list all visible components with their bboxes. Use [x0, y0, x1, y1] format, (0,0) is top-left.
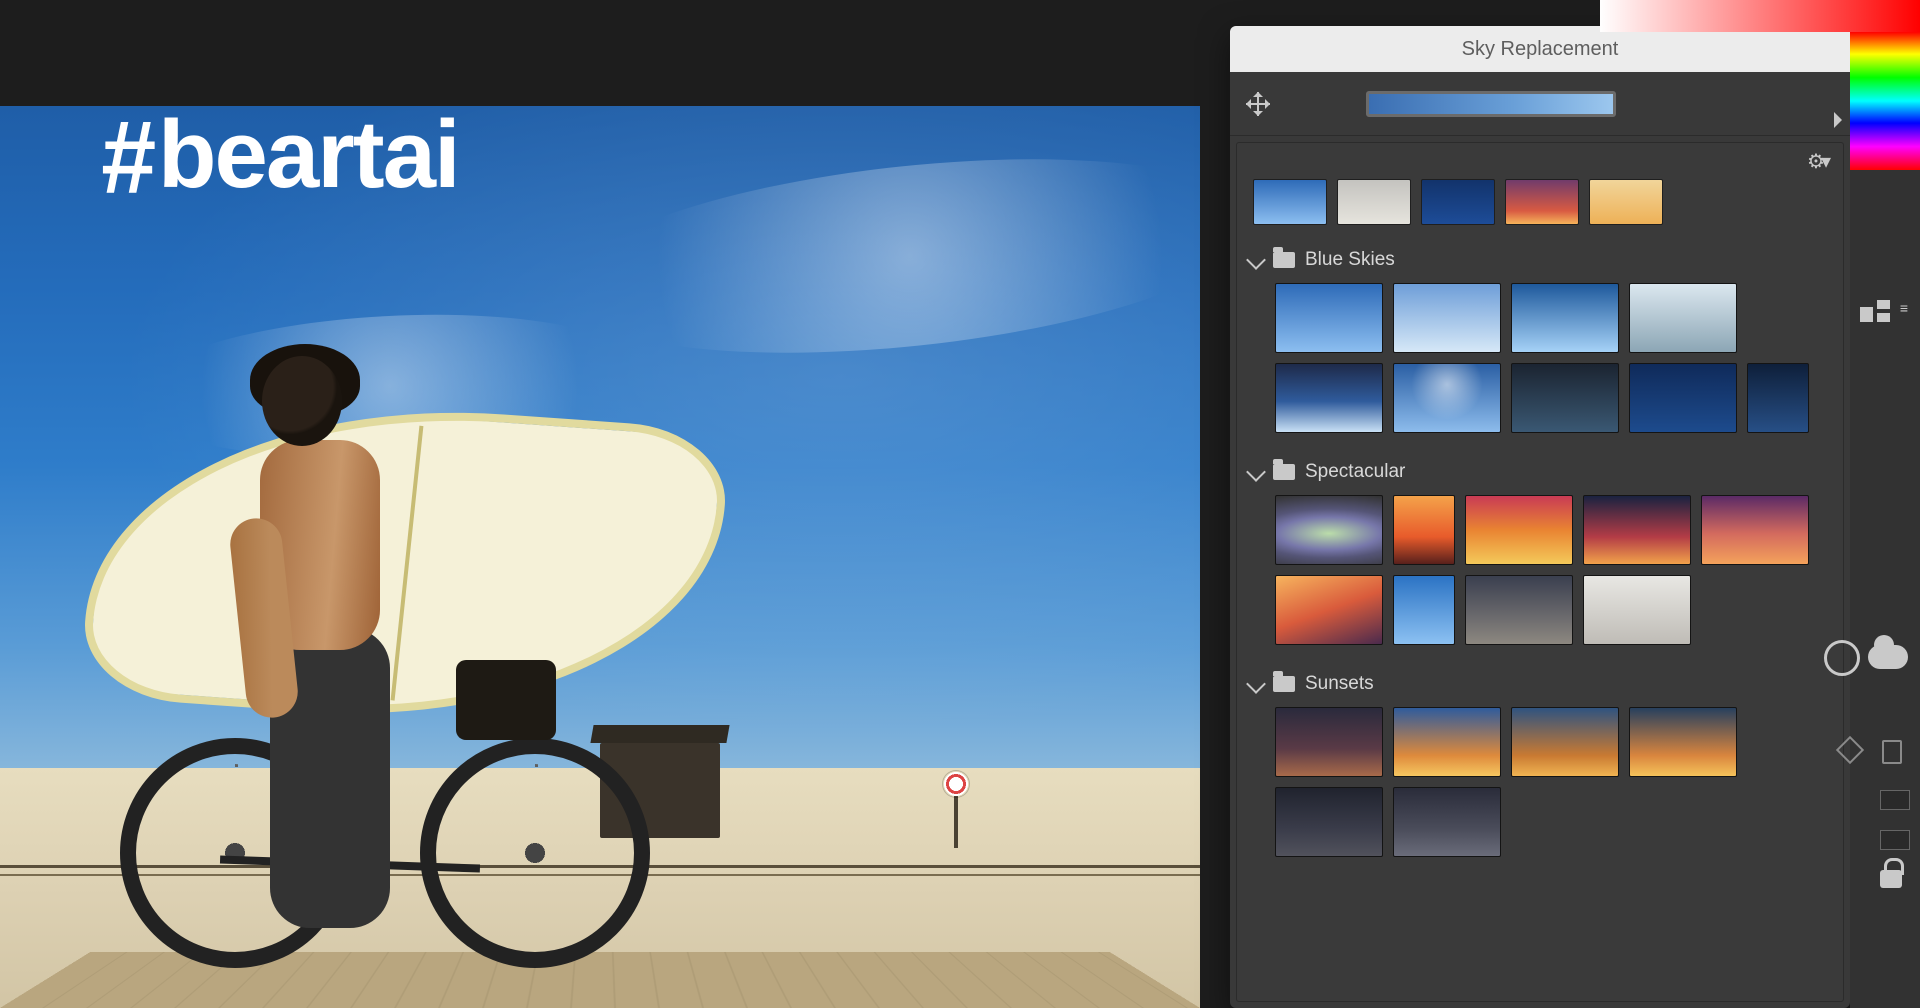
- chevron-down-icon: [1246, 462, 1266, 482]
- sky-preset-thumb[interactable]: [1393, 707, 1501, 777]
- sky-preset-thumb[interactable]: [1275, 787, 1383, 857]
- recent-sky-thumb[interactable]: [1421, 179, 1495, 225]
- sky-preset-thumb[interactable]: [1511, 707, 1619, 777]
- recent-sky-thumb[interactable]: [1589, 179, 1663, 225]
- sky-preset-thumb[interactable]: [1275, 283, 1383, 353]
- hue-ramp[interactable]: [1850, 32, 1920, 170]
- sky-preset-browser: ⚙︎▾ Blue Skies Spectacular Sunsets: [1236, 142, 1844, 1002]
- preset-folder: Blue Skies: [1237, 237, 1843, 449]
- thumbnail-grid-icon[interactable]: [1860, 300, 1890, 322]
- hue-indicator-icon: [1834, 112, 1850, 128]
- panel-row-icons: [1880, 790, 1910, 850]
- preset-tools: ⚙︎▾: [1237, 143, 1843, 179]
- sky-preset-thumb[interactable]: [1393, 787, 1501, 857]
- preset-folder-label: Blue Skies: [1305, 249, 1395, 271]
- sky-preset-thumb[interactable]: [1275, 495, 1383, 565]
- lock-icon[interactable]: [1880, 870, 1902, 888]
- saturation-ramp[interactable]: [1600, 0, 1920, 32]
- photo-signpole: [954, 793, 958, 848]
- preset-folder: Sunsets: [1237, 661, 1843, 873]
- gear-icon[interactable]: ⚙︎▾: [1807, 149, 1827, 174]
- row-icon-2[interactable]: [1880, 830, 1910, 850]
- recent-skies-row: [1237, 179, 1843, 237]
- sky-preset-thumb[interactable]: [1583, 495, 1691, 565]
- preset-folder-header[interactable]: Sunsets: [1247, 665, 1833, 703]
- sky-preset-thumb[interactable]: [1393, 363, 1501, 433]
- preset-folder-header[interactable]: Spectacular: [1247, 453, 1833, 491]
- thumbnail-grid-menu-icon[interactable]: ≡: [1900, 300, 1908, 316]
- preset-folders: Blue Skies Spectacular Sunsets: [1237, 237, 1843, 873]
- preset-grid: [1247, 703, 1833, 863]
- move-tool-icon[interactable]: [1246, 92, 1270, 116]
- photo-figure: [150, 348, 530, 968]
- sky-preset-thumb[interactable]: [1275, 363, 1383, 433]
- document-icon[interactable]: [1882, 740, 1902, 764]
- preset-folder: Spectacular: [1237, 449, 1843, 661]
- sky-preset-thumb[interactable]: [1629, 707, 1737, 777]
- app-root: #beartai Sky Replacement ⚙︎▾ Blue SkiesS…: [0, 0, 1920, 1008]
- watermark-text: beartai: [158, 106, 459, 208]
- preset-folder-header[interactable]: Blue Skies: [1247, 241, 1833, 279]
- photo-lifebuoy: [942, 770, 970, 798]
- panel-titlebar[interactable]: Sky Replacement: [1230, 26, 1850, 72]
- row-icon-1[interactable]: [1880, 790, 1910, 810]
- preset-grid: [1247, 279, 1833, 439]
- sky-preset-thumb[interactable]: [1511, 363, 1619, 433]
- panel-toolbar: [1230, 72, 1850, 136]
- watermark-hash: #: [101, 106, 150, 210]
- document-canvas[interactable]: #beartai: [0, 106, 1200, 1008]
- folder-icon: [1273, 676, 1295, 692]
- sky-preset-thumb[interactable]: [1393, 283, 1501, 353]
- sky-preset-thumb[interactable]: [1465, 495, 1573, 565]
- sky-preset-thumb[interactable]: [1629, 283, 1737, 353]
- circle-icon[interactable]: [1824, 640, 1860, 676]
- sky-preset-thumb[interactable]: [1393, 575, 1455, 645]
- folder-icon: [1273, 464, 1295, 480]
- photo: #beartai: [0, 106, 1200, 1008]
- sky-preset-thumb[interactable]: [1511, 283, 1619, 353]
- sky-preset-thumb[interactable]: [1701, 495, 1809, 565]
- preset-folder-label: Spectacular: [1305, 461, 1405, 483]
- recent-sky-thumb[interactable]: [1337, 179, 1411, 225]
- cloud-icon[interactable]: [1868, 645, 1908, 669]
- sky-preset-thumb[interactable]: [1275, 707, 1383, 777]
- preset-grid: [1247, 491, 1833, 651]
- sky-preset-thumb[interactable]: [1393, 495, 1455, 565]
- recent-sky-thumb[interactable]: [1253, 179, 1327, 225]
- sky-replacement-panel: Sky Replacement ⚙︎▾ Blue Skies Spectacula…: [1230, 26, 1850, 1008]
- selected-sky-thumbnail[interactable]: [1366, 91, 1616, 117]
- sky-preset-thumb[interactable]: [1275, 575, 1383, 645]
- preset-folder-label: Sunsets: [1305, 673, 1374, 695]
- sky-preset-thumb[interactable]: [1583, 575, 1691, 645]
- sky-preset-thumb[interactable]: [1629, 363, 1737, 433]
- sky-preset-thumb[interactable]: [1465, 575, 1573, 645]
- chevron-down-icon: [1246, 250, 1266, 270]
- sky-preset-thumb[interactable]: [1747, 363, 1809, 433]
- folder-icon: [1273, 252, 1295, 268]
- chevron-down-icon: [1246, 674, 1266, 694]
- recent-sky-thumb[interactable]: [1505, 179, 1579, 225]
- panel-title: Sky Replacement: [1462, 38, 1619, 61]
- watermark: #beartai: [100, 106, 459, 204]
